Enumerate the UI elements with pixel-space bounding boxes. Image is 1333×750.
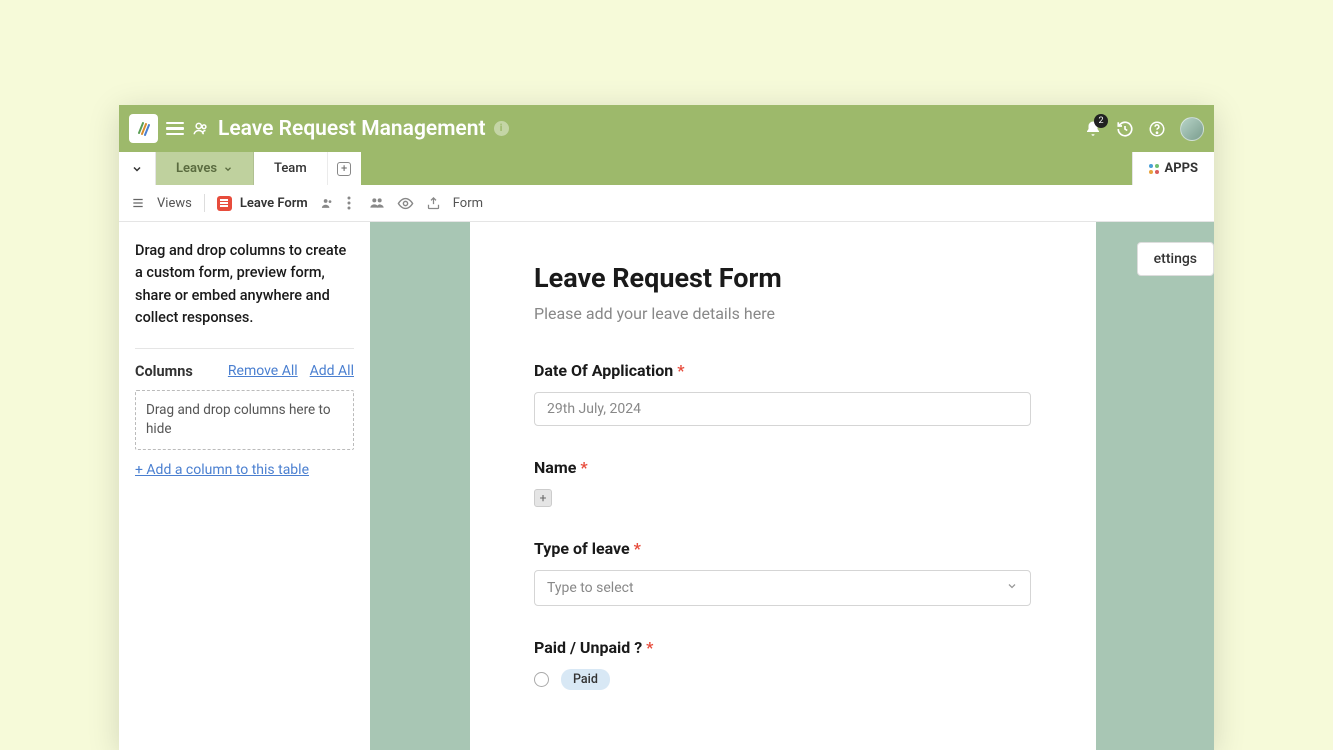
help-icon[interactable] <box>1148 120 1166 138</box>
form-label[interactable]: Form <box>453 196 483 211</box>
chevron-down-icon <box>223 164 233 174</box>
current-view[interactable]: Leave Form <box>217 196 308 211</box>
date-input[interactable]: 29th July, 2024 <box>534 392 1031 426</box>
views-label[interactable]: Views <box>157 196 192 211</box>
form-card: Leave Request Form Please add your leave… <box>470 222 1096 750</box>
view-name: Leave Form <box>240 196 308 211</box>
collaborators-icon[interactable] <box>192 120 210 138</box>
field-label-paid: Paid / Unpaid ? * <box>534 638 1032 657</box>
radio-paid[interactable] <box>534 672 549 687</box>
tab-team[interactable]: Team <box>254 152 328 185</box>
more-icon[interactable] <box>347 196 351 210</box>
paid-pill: Paid <box>561 669 610 690</box>
drop-zone[interactable]: Drag and drop columns here to hide <box>135 390 354 450</box>
tab-label: Leaves <box>176 161 217 176</box>
add-tab-button[interactable]: + <box>328 152 361 185</box>
share-users-icon[interactable] <box>320 196 335 211</box>
form-subtitle: Please add your leave details here <box>534 304 1032 323</box>
avatar[interactable] <box>1180 117 1204 141</box>
add-all-link[interactable]: Add All <box>310 363 354 379</box>
type-select[interactable]: Type to select <box>534 570 1031 606</box>
people-icon[interactable] <box>369 195 385 211</box>
tab-leaves[interactable]: Leaves <box>156 152 254 185</box>
notification-badge: 2 <box>1094 114 1108 128</box>
add-column-link[interactable]: + Add a column to this table <box>135 462 354 478</box>
settings-button[interactable]: ettings <box>1137 242 1214 276</box>
add-name-button[interactable]: + <box>534 489 552 507</box>
app-logo[interactable] <box>129 114 158 143</box>
columns-title: Columns <box>135 363 193 380</box>
field-label-type: Type of leave * <box>534 539 1032 558</box>
info-icon[interactable]: i <box>494 121 509 136</box>
notification-icon[interactable]: 2 <box>1084 120 1102 138</box>
apps-icon <box>1149 164 1159 174</box>
sidebar-help-text: Drag and drop columns to create a custom… <box>135 240 354 330</box>
share-export-icon[interactable] <box>426 196 441 211</box>
history-icon[interactable] <box>1116 120 1134 138</box>
field-label-name: Name * <box>534 458 1032 477</box>
page-title: Leave Request Management <box>218 117 486 141</box>
form-title: Leave Request Form <box>534 262 1032 294</box>
form-view-icon <box>217 196 232 211</box>
apps-button[interactable]: APPS <box>1132 152 1215 185</box>
remove-all-link[interactable]: Remove All <box>228 363 298 379</box>
eye-icon[interactable] <box>397 195 414 212</box>
menu-icon[interactable] <box>166 122 184 136</box>
tab-label: Team <box>274 161 307 176</box>
field-label-date: Date Of Application * <box>534 361 1032 380</box>
apps-label: APPS <box>1165 161 1199 176</box>
chevron-down-icon[interactable] <box>119 152 156 185</box>
chevron-down-icon <box>1006 580 1018 596</box>
list-icon[interactable] <box>131 196 145 210</box>
